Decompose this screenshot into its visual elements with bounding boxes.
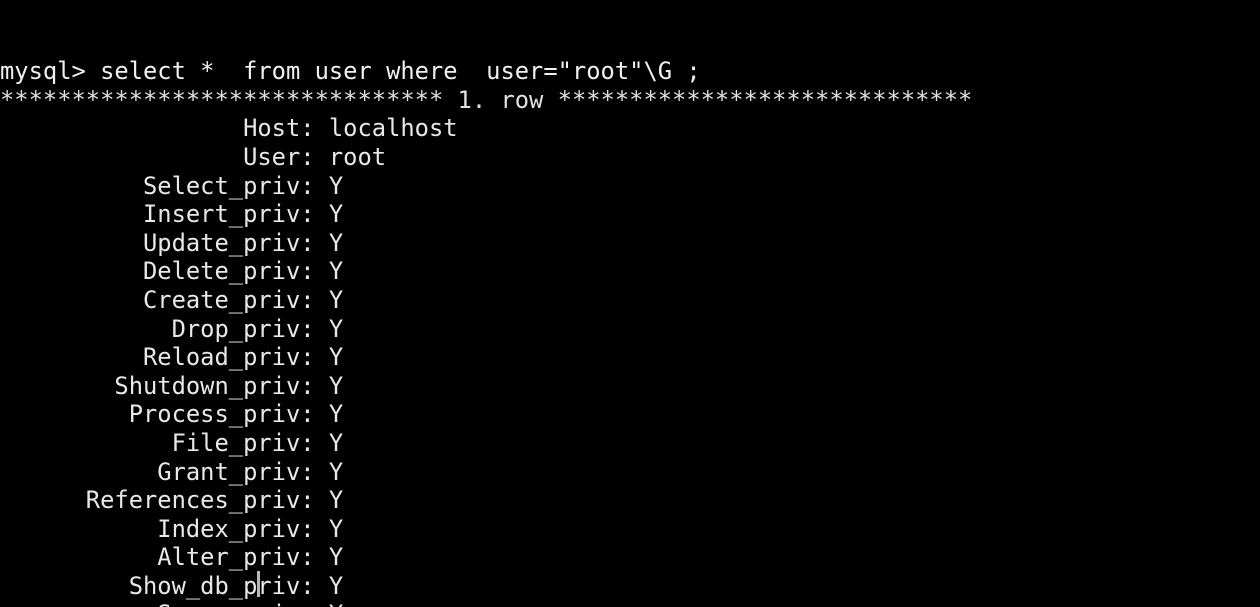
field-row: Delete_priv: Y	[0, 257, 344, 286]
terminal-output: mysql> select * from user where user="ro…	[0, 57, 1260, 607]
field-row: Create_priv: Y	[0, 285, 344, 314]
field-row: Drop_priv: Y	[0, 314, 344, 343]
field-row: Process_priv: Y	[0, 400, 344, 429]
row-separator: ******************************* 1. row *…	[0, 85, 973, 114]
field-row: Host: localhost	[0, 114, 458, 143]
field-row: User: root	[0, 142, 387, 171]
field-row: Show_db_priv: Y	[0, 571, 344, 600]
field-row: Select_priv: Y	[0, 171, 344, 200]
field-row: Grant_priv: Y	[0, 457, 344, 486]
field-row: Insert_priv: Y	[0, 200, 344, 229]
field-row: Alter_priv: Y	[0, 543, 344, 572]
field-row: Super_priv: Y	[0, 600, 1260, 607]
field-row: References_priv: Y	[0, 486, 344, 515]
command-line: mysql> select * from user where user="ro…	[0, 57, 701, 86]
field-row: Shutdown_priv: Y	[0, 371, 344, 400]
field-row: Index_priv: Y	[0, 514, 344, 543]
field-row: Update_priv: Y	[0, 228, 344, 257]
field-row: File_priv: Y	[0, 428, 344, 457]
text-cursor	[257, 571, 260, 597]
terminal-screen[interactable]: mysql> select * from user where user="ro…	[0, 0, 1260, 607]
field-row: Reload_priv: Y	[0, 343, 344, 372]
